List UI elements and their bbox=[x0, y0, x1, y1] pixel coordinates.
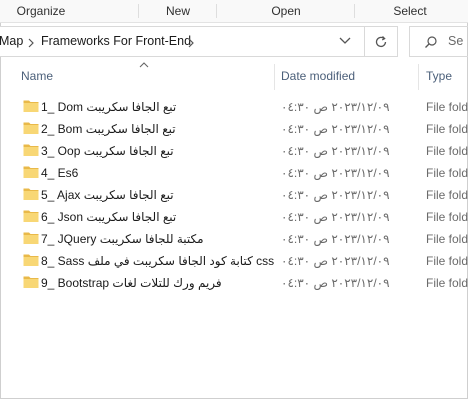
folder-icon bbox=[23, 231, 39, 245]
folder-icon bbox=[23, 165, 39, 179]
column-header-row: Name Date modified Type bbox=[0, 62, 468, 90]
file-row[interactable]: 6_ Json تبع الجافا سكريبت ٢٠٢٣/١٢/٠٩ ص ٠٤… bbox=[0, 206, 468, 228]
file-row[interactable]: 7_ JQuery مكتبة للجافا سكريبت ٢٠٢٣/١٢/٠٩ … bbox=[0, 228, 468, 250]
address-bar[interactable]: Map Frameworks For Front-End bbox=[0, 26, 398, 57]
file-date: ٢٠٢٣/١٢/٠٩ ص ٠٤:٣٠ bbox=[281, 276, 390, 290]
refresh-icon bbox=[375, 36, 387, 48]
folder-icon bbox=[23, 187, 39, 201]
file-date: ٢٠٢٣/١٢/٠٩ ص ٠٤:٣٠ bbox=[281, 100, 390, 114]
column-divider[interactable] bbox=[418, 64, 419, 90]
file-type: File fold bbox=[426, 188, 468, 202]
breadcrumb-map[interactable]: Map bbox=[0, 27, 23, 56]
ribbon-divider bbox=[216, 4, 217, 18]
column-header-name[interactable]: Name bbox=[21, 62, 271, 90]
file-date: ٢٠٢٣/١٢/٠٩ ص ٠٤:٣٠ bbox=[281, 254, 390, 268]
file-date: ٢٠٢٣/١٢/٠٩ ص ٠٤:٣٠ bbox=[281, 122, 390, 136]
ribbon-divider bbox=[354, 4, 355, 18]
column-header-date[interactable]: Date modified bbox=[281, 62, 411, 90]
file-name: 7_ JQuery مكتبة للجافا سكريبت bbox=[41, 232, 204, 246]
file-type: File fold bbox=[426, 232, 468, 246]
folder-icon bbox=[23, 275, 39, 289]
file-row[interactable]: 4_ Es6 ٢٠٢٣/١٢/٠٩ ص ٠٤:٣٠ File fold bbox=[0, 162, 468, 184]
chevron-down-icon[interactable] bbox=[338, 35, 354, 49]
column-divider[interactable] bbox=[274, 64, 275, 90]
file-date: ٢٠٢٣/١٢/٠٩ ص ٠٤:٣٠ bbox=[281, 144, 390, 158]
ribbon-group-open[interactable]: Open bbox=[218, 0, 354, 22]
refresh-button[interactable] bbox=[364, 26, 398, 57]
file-date: ٢٠٢٣/١٢/٠٩ ص ٠٤:٣٠ bbox=[281, 188, 390, 202]
folder-icon bbox=[23, 143, 39, 157]
file-row[interactable]: 1_ Dom تبع الجافا سكريبت ٢٠٢٣/١٢/٠٩ ص ٠٤:… bbox=[0, 96, 468, 118]
file-name: 3_ Oop تبع الجافا سكريبت bbox=[41, 144, 174, 158]
folder-icon bbox=[23, 99, 39, 113]
file-list: 1_ Dom تبع الجافا سكريبت ٢٠٢٣/١٢/٠٩ ص ٠٤:… bbox=[0, 96, 468, 294]
ribbon-group-bar: Organize New Open Select bbox=[0, 0, 468, 23]
file-row[interactable]: 3_ Oop تبع الجافا سكريبت ٢٠٢٣/١٢/٠٩ ص ٠٤:… bbox=[0, 140, 468, 162]
breadcrumb-frameworks[interactable]: Frameworks For Front-End bbox=[41, 27, 191, 56]
file-type: File fold bbox=[426, 254, 468, 268]
ribbon-group-select[interactable]: Select bbox=[356, 0, 464, 22]
file-row[interactable]: 8_ Sass كتابة كود الجافا سكريبت في ملف c… bbox=[0, 250, 468, 272]
file-type: File fold bbox=[426, 276, 468, 290]
file-date: ٢٠٢٣/١٢/٠٩ ص ٠٤:٣٠ bbox=[281, 166, 390, 180]
file-name: 5_ Ajax تبع الجافا سكريبت bbox=[41, 188, 174, 202]
folder-icon bbox=[23, 253, 39, 267]
file-row[interactable]: 9_ Bootstrap فريم ورك للتلات لغات ٢٠٢٣/١٢… bbox=[0, 272, 468, 294]
file-type: File fold bbox=[426, 144, 468, 158]
file-type: File fold bbox=[426, 100, 468, 114]
file-name: 8_ Sass كتابة كود الجافا سكريبت في ملف c… bbox=[41, 254, 275, 268]
file-row[interactable]: 2_ Bom تبع الجافا سكريبت ٢٠٢٣/١٢/٠٩ ص ٠٤:… bbox=[0, 118, 468, 140]
file-name: 2_ Bom تبع الجافا سكريبت bbox=[41, 122, 176, 136]
file-name: 4_ Es6 bbox=[41, 166, 79, 180]
file-name: 1_ Dom تبع الجافا سكريبت bbox=[41, 100, 177, 114]
folder-icon bbox=[23, 209, 39, 223]
chevron-right-icon[interactable] bbox=[27, 27, 35, 56]
chevron-right-icon[interactable] bbox=[187, 27, 195, 56]
search-icon bbox=[425, 36, 437, 48]
file-type: File fold bbox=[426, 166, 468, 180]
file-date: ٢٠٢٣/١٢/٠٩ ص ٠٤:٣٠ bbox=[281, 232, 390, 246]
file-row[interactable]: 5_ Ajax تبع الجافا سكريبت ٢٠٢٣/١٢/٠٩ ص ٠٤… bbox=[0, 184, 468, 206]
search-placeholder: Se bbox=[448, 34, 464, 48]
column-header-type[interactable]: Type bbox=[426, 62, 468, 90]
file-type: File fold bbox=[426, 122, 468, 136]
ribbon-divider bbox=[138, 4, 139, 18]
search-box[interactable]: Se bbox=[409, 26, 468, 57]
ribbon-group-organize[interactable]: Organize bbox=[0, 0, 82, 22]
file-date: ٢٠٢٣/١٢/٠٩ ص ٠٤:٣٠ bbox=[281, 210, 390, 224]
ribbon-group-new[interactable]: New bbox=[140, 0, 216, 22]
file-name: 9_ Bootstrap فريم ورك للتلات لغات bbox=[41, 276, 222, 290]
folder-icon bbox=[23, 121, 39, 135]
file-name: 6_ Json تبع الجافا سكريبت bbox=[41, 210, 177, 224]
file-type: File fold bbox=[426, 210, 468, 224]
